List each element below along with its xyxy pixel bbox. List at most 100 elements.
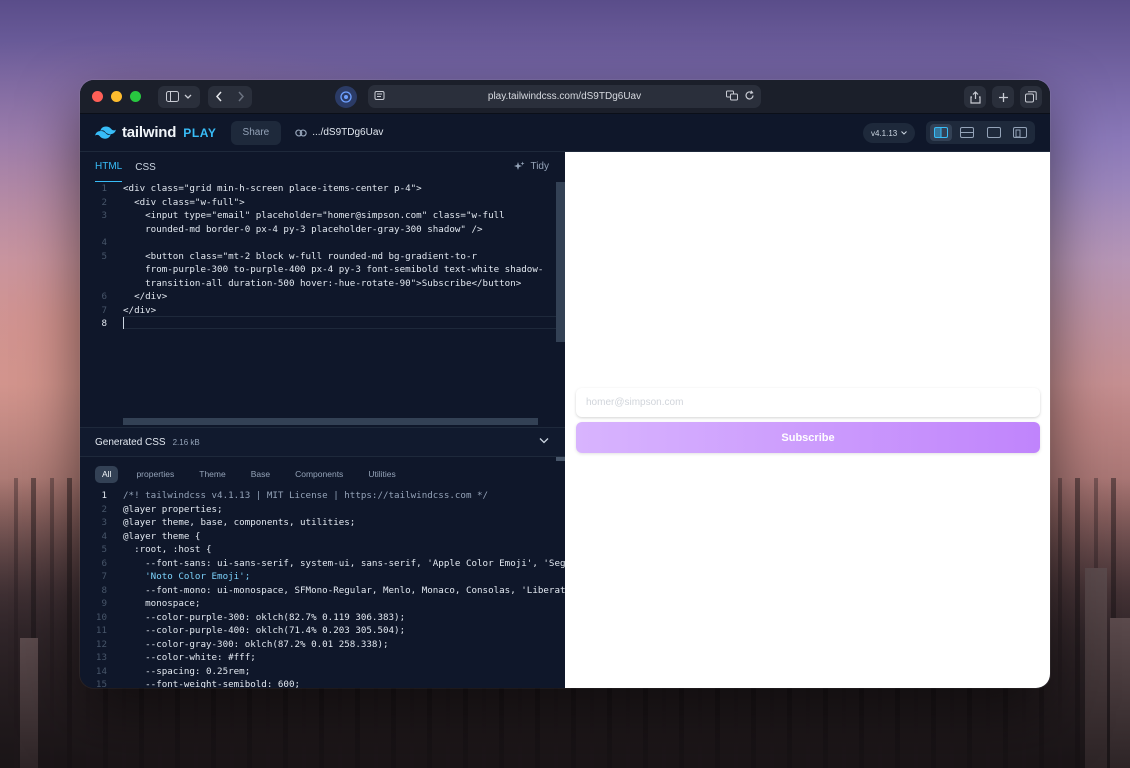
line-number: 3 — [101, 517, 107, 528]
editor-pane: HTML CSS Tidy 1 2 3 4 5 6 7 8 <div class… — [80, 152, 565, 688]
sidebar-toggle-button[interactable] — [158, 85, 200, 108]
filter-properties[interactable]: properties — [129, 466, 181, 483]
fullscreen-window-button[interactable] — [130, 91, 141, 102]
logo-wordmark: tailwind — [122, 124, 177, 141]
browser-window: play.tailwindcss.com/dS9TDg6Uav tailwind… — [80, 80, 1050, 688]
browser-toolbar: play.tailwindcss.com/dS9TDg6Uav — [80, 80, 1050, 114]
line-number: 6 — [101, 291, 107, 302]
line-number: 2 — [101, 196, 107, 208]
html-editor[interactable]: 1 2 3 4 5 6 7 8 <div class="grid min-h-s… — [80, 182, 556, 418]
minimize-window-button[interactable] — [111, 91, 122, 102]
generated-css-header[interactable]: Generated CSS 2.16 kB — [80, 427, 565, 457]
subscribe-button[interactable]: Subscribe — [576, 422, 1040, 453]
share-page-button[interactable] — [964, 86, 986, 108]
line-number: 4 — [101, 530, 107, 542]
new-tab-button[interactable] — [992, 86, 1014, 108]
share-path-link[interactable]: .../dS9TDg6Uav — [312, 127, 383, 138]
filter-components[interactable]: Components — [288, 466, 350, 483]
line-number: 5 — [101, 250, 107, 262]
code-line: </div> — [123, 304, 157, 316]
editor-horizontal-scrollbar[interactable] — [123, 418, 538, 425]
code-line: from-purple-300 to-purple-400 px-4 py-3 … — [123, 264, 544, 275]
email-input[interactable] — [576, 388, 1040, 417]
css-line: 'Noto Color Emoji'; — [123, 571, 251, 582]
code-line: <div class="w-full"> — [123, 196, 245, 208]
line-number: 12 — [95, 638, 107, 650]
tab-html[interactable]: HTML — [95, 152, 123, 182]
logo-play-label: PLAY — [183, 125, 217, 140]
tidy-button[interactable]: Tidy — [514, 161, 549, 172]
back-arrow-icon[interactable] — [215, 91, 223, 102]
css-line: --spacing: 0.25rem; — [123, 665, 251, 677]
translate-icon[interactable] — [726, 90, 738, 101]
tab-overview-button[interactable] — [1020, 86, 1042, 108]
generated-css-scrollbar[interactable] — [556, 457, 565, 461]
forward-arrow-icon[interactable] — [237, 91, 245, 102]
play-header: tailwind PLAY Share .../dS9TDg6Uav v4.1.… — [80, 114, 1050, 152]
sidebar-icon — [166, 91, 179, 102]
css-line: --font-weight-semibold: 600; — [123, 679, 301, 688]
line-number: 1 — [101, 183, 107, 194]
layout-switcher — [926, 121, 1035, 144]
layout-responsive-button[interactable] — [1009, 124, 1031, 141]
chevron-down-icon — [901, 131, 908, 135]
current-line-highlight — [123, 316, 556, 329]
line-number: 6 — [101, 557, 107, 569]
line-number: 10 — [95, 611, 107, 623]
text-caret — [123, 317, 124, 329]
line-number: 5 — [101, 544, 107, 555]
css-line: @layer properties; — [123, 503, 223, 515]
chevron-down-icon[interactable] — [539, 437, 549, 444]
filter-utilities[interactable]: Utilities — [361, 466, 402, 483]
background-tower — [1085, 568, 1107, 768]
css-line: --color-white: #fff; — [123, 652, 256, 663]
filter-base[interactable]: Base — [244, 466, 277, 483]
history-navigation — [208, 85, 252, 108]
preview-only-icon — [986, 127, 1001, 138]
chevron-down-icon — [184, 94, 192, 99]
filter-all[interactable]: All — [95, 465, 119, 483]
css-line: --font-sans: ui-sans-serif, system-ui, s… — [123, 557, 565, 569]
privacy-shield-icon[interactable] — [335, 86, 357, 108]
version-label: v4.1.13 — [871, 128, 898, 138]
page-settings-icon[interactable] — [374, 90, 385, 101]
css-line: /*! tailwindcss v4.1.13 | MIT License | … — [123, 490, 489, 501]
address-bar[interactable]: play.tailwindcss.com/dS9TDg6Uav — [368, 85, 761, 108]
css-line: --color-purple-300: oklch(82.7% 0.119 30… — [123, 611, 406, 623]
editor-vertical-scrollbar[interactable] — [556, 182, 565, 342]
css-line: --color-purple-400: oklch(71.4% 0.203 30… — [123, 625, 406, 636]
line-number: 7 — [101, 571, 107, 582]
css-line: @layer theme, base, components, utilitie… — [123, 517, 356, 528]
filter-theme[interactable]: Theme — [192, 466, 232, 483]
css-line: :root, :host { — [123, 544, 212, 555]
tab-css[interactable]: CSS — [135, 152, 156, 182]
tailwind-play-logo[interactable]: tailwind PLAY — [95, 124, 217, 141]
generated-css-size: 2.16 kB — [172, 437, 200, 447]
plus-icon — [998, 92, 1008, 102]
css-line: monospace; — [123, 598, 201, 609]
generated-css-filters: All properties Theme Base Components Uti… — [80, 464, 414, 484]
responsive-design-icon — [1012, 127, 1027, 138]
tailwind-logo-icon — [95, 126, 116, 139]
layout-vertical-split-button[interactable] — [930, 124, 953, 141]
line-number: 15 — [95, 679, 107, 688]
css-line: @layer theme { — [123, 530, 201, 542]
window-controls — [92, 91, 141, 102]
share-button[interactable]: Share — [230, 120, 282, 145]
css-line: --color-gray-300: oklch(87.2% 0.01 258.3… — [123, 638, 389, 650]
line-number: 8 — [101, 584, 107, 596]
tidy-label: Tidy — [530, 161, 549, 172]
code-line: <input type="email" placeholder="homer@s… — [123, 210, 505, 221]
code-line: </div> — [123, 291, 168, 302]
close-window-button[interactable] — [92, 91, 103, 102]
layout-preview-only-button[interactable] — [983, 124, 1005, 141]
line-number: 2 — [101, 503, 107, 515]
line-number: 4 — [101, 237, 107, 248]
version-select[interactable]: v4.1.13 — [863, 123, 916, 143]
reload-icon[interactable] — [744, 90, 755, 101]
layout-horizontal-split-button[interactable] — [956, 124, 978, 141]
generated-css-code[interactable]: 1 2 3 4 5 6 7 8 9 10 11 12 13 14 15 /*! … — [80, 489, 565, 688]
css-line: --font-mono: ui-monospace, SFMono-Regula… — [123, 584, 565, 596]
code-line: <div class="grid min-h-screen place-item… — [123, 183, 422, 194]
editor-tabs: HTML CSS Tidy — [80, 152, 565, 182]
